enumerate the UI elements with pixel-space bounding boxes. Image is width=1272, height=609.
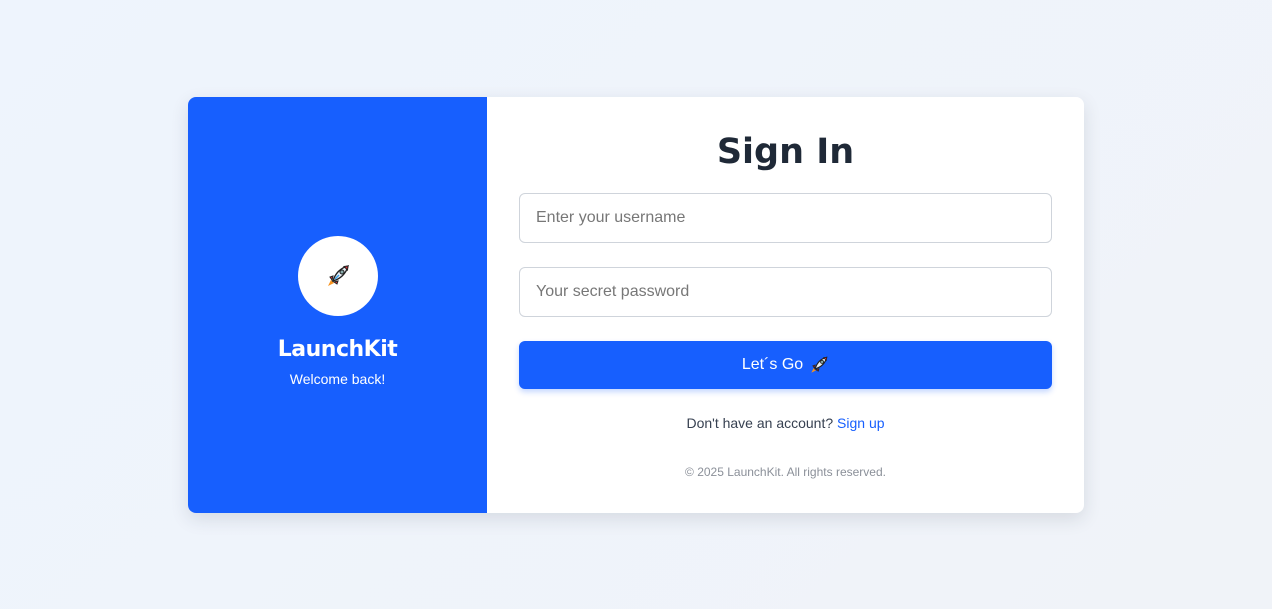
brand-name: LaunchKit: [277, 336, 398, 362]
copyright-footer: © 2025 LaunchKit. All rights reserved.: [685, 465, 886, 479]
signup-link[interactable]: Sign up: [837, 415, 884, 431]
logo-circle: [297, 235, 378, 316]
password-input[interactable]: [519, 267, 1052, 317]
page-title: Sign In: [716, 132, 855, 172]
brand-panel: LaunchKit Welcome back!: [188, 97, 487, 513]
login-card: LaunchKit Welcome back! Sign In Let´s Go…: [188, 97, 1084, 513]
rocket-icon: [811, 356, 828, 373]
sign-in-form: Sign In Let´s Go Don't have an account? …: [487, 97, 1084, 513]
signup-prompt: Don't have an account? Sign up: [519, 415, 1052, 431]
signup-prompt-text: Don't have an account?: [686, 415, 834, 431]
rocket-icon: [327, 264, 349, 286]
welcome-text: Welcome back!: [289, 370, 386, 387]
submit-button[interactable]: Let´s Go: [519, 341, 1052, 389]
username-input[interactable]: [519, 193, 1052, 243]
submit-label: Let´s Go: [741, 356, 804, 373]
